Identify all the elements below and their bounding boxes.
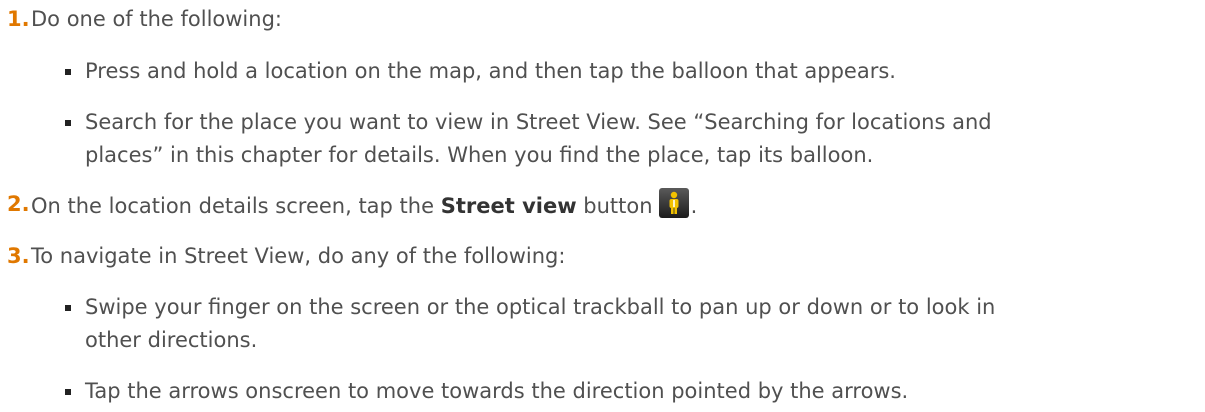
list-item: Search for the place you want to view in… (0, 106, 1205, 172)
step-3: 3. To navigate in Street View, do any of… (0, 240, 1205, 273)
list-item: Tap the arrows onscreen to move towards … (0, 375, 1205, 408)
list-item: Swipe your finger on the screen or the o… (0, 291, 1205, 357)
step-text-end: . (690, 194, 698, 218)
list-item: Press and hold a location on the map, an… (0, 55, 1205, 88)
step-number: 3. (7, 244, 30, 268)
bullet-marker (65, 69, 71, 75)
bullet-text-line-2: places” in this chapter for details. Whe… (85, 143, 874, 167)
street-view-term: Street view (440, 194, 577, 218)
street-view-pegman-icon (658, 188, 689, 218)
bullet-text-line-1: Search for the place you want to view in… (85, 110, 992, 134)
step-number: 1. (7, 7, 30, 31)
step-text-before: On the location details screen, tap the (31, 194, 435, 218)
step-1: 1. Do one of the following: (0, 3, 1205, 36)
step-text-after: button (583, 194, 653, 218)
bullet-text-line-2: other directions. (85, 328, 258, 352)
step-number: 2. (7, 192, 30, 216)
bullet-marker (65, 389, 71, 395)
bullet-text: Tap the arrows onscreen to move towards … (85, 379, 909, 403)
step-text: To navigate in Street View, do any of th… (31, 244, 566, 268)
step-2: 2. On the location details screen, tap t… (0, 188, 1205, 221)
bullet-text: Press and hold a location on the map, an… (85, 59, 896, 83)
bullet-text-line-1: Swipe your finger on the screen or the o… (85, 295, 996, 319)
step-text: On the location details screen, tap the … (31, 188, 697, 223)
bullet-marker (65, 305, 71, 311)
bullet-marker (65, 120, 71, 126)
step-text: Do one of the following: (31, 7, 282, 31)
